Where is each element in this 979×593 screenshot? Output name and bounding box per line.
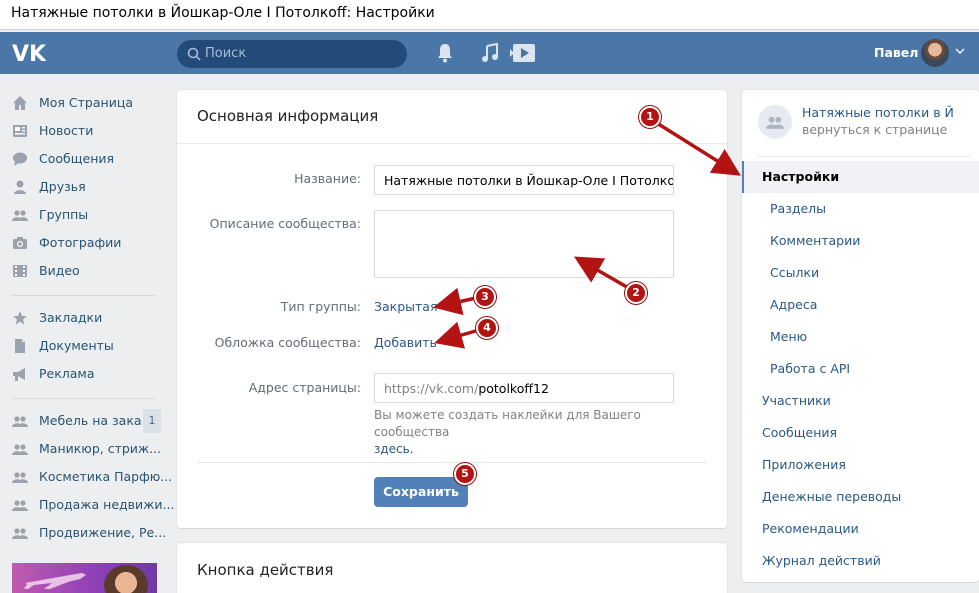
ads-icon	[13, 368, 25, 381]
community-avatar[interactable]	[758, 105, 792, 139]
menu-item-apps[interactable]: Приложения	[742, 449, 979, 481]
description-label: Описание сообщества:	[209, 216, 361, 231]
music-icon[interactable]	[481, 43, 499, 63]
add-cover-link[interactable]: Добавить	[374, 335, 437, 350]
nav-item-messages[interactable]: Сообщения	[12, 147, 162, 171]
nav-item-friends[interactable]: Друзья	[12, 175, 162, 199]
menu-item-settings[interactable]: Настройки	[742, 161, 979, 193]
groups-icon	[12, 416, 28, 427]
sticker-hint-link[interactable]: здесь.	[374, 442, 414, 456]
friends-icon	[14, 180, 26, 194]
vk-logo[interactable]: VK	[12, 41, 46, 65]
menu-item-api[interactable]: Работа с API	[742, 353, 979, 385]
chevron-down-icon[interactable]	[955, 46, 965, 56]
description-field[interactable]	[374, 210, 674, 278]
news-icon	[13, 125, 27, 137]
nav-item-bookmarks[interactable]: Закладки	[12, 306, 162, 330]
address-prefix: https://vk.com/	[384, 381, 479, 396]
action-button-card: Кнопка действия	[177, 543, 727, 593]
avatar[interactable]	[921, 39, 949, 67]
back-to-page-link[interactable]: вернуться к странице	[802, 122, 947, 137]
window-titlebar: Натяжные потолки в Йошкар-Оле I Потолкof…	[0, 0, 979, 30]
settings-menu: Натяжные потолки в Йош... вернуться к ст…	[742, 90, 979, 582]
menu-item-messages[interactable]: Сообщения	[742, 417, 979, 449]
nav-item-group-1[interactable]: Мебель на зака... 1	[12, 409, 162, 433]
nav-item-groups[interactable]: Группы	[12, 203, 162, 227]
nav-item-documents[interactable]: Документы	[12, 334, 162, 358]
address-label: Адрес страницы:	[248, 380, 361, 395]
menu-item-action-log[interactable]: Журнал действий	[742, 545, 979, 577]
nav-divider	[12, 295, 155, 296]
annotation-marker-2: 2	[625, 282, 647, 304]
address-field[interactable]: https://vk.com/potolkoff12	[374, 373, 674, 403]
groups-icon	[766, 116, 784, 129]
annotation-marker-5: 5	[454, 463, 476, 485]
menu-item-money-transfers[interactable]: Денежные переводы	[742, 481, 979, 513]
menu-item-members[interactable]: Участники	[742, 385, 979, 417]
nav-item-group-4[interactable]: Продажа недвижи...	[12, 493, 174, 517]
groups-icon	[12, 528, 28, 539]
search-placeholder: Поиск	[205, 46, 247, 61]
card-title: Кнопка действия	[197, 561, 334, 579]
nav-item-photos[interactable]: Фотографии	[12, 231, 162, 255]
photos-icon	[13, 237, 27, 249]
address-value: potolkoff12	[478, 381, 549, 396]
menu-item-menu[interactable]: Меню	[742, 321, 979, 353]
bell-icon[interactable]	[437, 43, 453, 63]
card-divider	[197, 462, 707, 463]
video-icon	[13, 265, 27, 277]
cover-label: Обложка сообщества:	[214, 335, 361, 350]
messages-icon	[13, 152, 27, 166]
menu-item-comments[interactable]: Комментарии	[742, 225, 979, 257]
nav-item-news[interactable]: Новости	[12, 119, 162, 143]
nav-item-video[interactable]: Видео	[12, 259, 162, 283]
search-input[interactable]: Поиск	[177, 40, 407, 68]
nav-item-my-page[interactable]: Моя Страница	[12, 91, 162, 115]
search-icon	[187, 47, 201, 61]
nav-item-group-3[interactable]: Косметика Парфю...	[12, 465, 172, 489]
play-icon[interactable]	[510, 43, 536, 63]
save-button[interactable]: Сохранить	[374, 477, 468, 507]
home-icon	[13, 96, 27, 110]
annotation-marker-4: 4	[476, 317, 498, 339]
bookmarks-icon	[13, 311, 27, 325]
group-type-label: Тип группы:	[280, 299, 361, 314]
group-type-link[interactable]: Закрытая	[374, 299, 438, 314]
name-field[interactable]: Натяжные потолки в Йошкар-Оле I Потолкof…	[374, 165, 674, 195]
groups-icon	[12, 210, 28, 221]
menu-item-sections[interactable]: Разделы	[742, 193, 979, 225]
menu-item-recommendations[interactable]: Рекомендации	[742, 513, 979, 545]
top-header: VK Поиск Павел	[0, 32, 979, 74]
annotation-marker-3: 3	[474, 286, 496, 308]
airplane-icon	[24, 573, 86, 589]
menu-item-addresses[interactable]: Адреса	[742, 289, 979, 321]
nav-item-group-2[interactable]: Маникюр, стриж...	[12, 437, 162, 461]
groups-icon	[12, 472, 28, 483]
menu-divider	[758, 156, 970, 157]
nav-divider	[12, 398, 155, 399]
card-divider	[177, 143, 727, 144]
community-name[interactable]: Натяжные потолки в Йош...	[802, 105, 954, 120]
ad-photo	[104, 565, 148, 593]
nav-item-group-5[interactable]: Продвижение, Ре...	[12, 521, 166, 545]
main-info-card: Основная информация Название: Натяжные п…	[177, 90, 727, 528]
sticker-hint: Вы можете создать наклейки для Вашего со…	[374, 408, 641, 456]
window-title: Натяжные потолки в Йошкар-Оле I Потолкof…	[11, 5, 435, 21]
nav-item-ads[interactable]: Реклама	[12, 362, 162, 386]
unread-badge: 1	[143, 409, 161, 433]
user-name[interactable]: Павел	[874, 45, 918, 60]
ad-banner[interactable]	[12, 563, 157, 593]
documents-icon	[15, 339, 25, 353]
svg-text:VK: VK	[12, 42, 46, 65]
groups-icon	[12, 444, 28, 455]
card-title: Основная информация	[197, 107, 379, 125]
annotation-marker-1: 1	[639, 106, 661, 128]
groups-icon	[12, 500, 28, 511]
name-label: Название:	[294, 171, 361, 186]
menu-item-links[interactable]: Ссылки	[742, 257, 979, 289]
